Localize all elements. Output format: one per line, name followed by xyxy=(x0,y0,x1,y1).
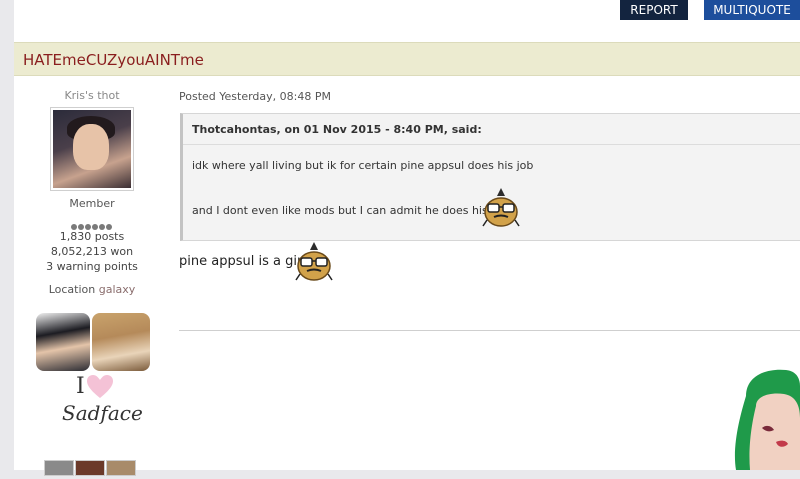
avatar[interactable] xyxy=(50,107,134,191)
member-title: Kris's thot xyxy=(64,89,120,102)
author-name-link[interactable]: HATEmeCUZyouAINTme xyxy=(23,51,204,69)
heart-icon xyxy=(87,375,113,398)
quote-line-1: idk where yall living but ik for certain… xyxy=(192,159,534,172)
post-date: Posted Yesterday, 08:48 PM xyxy=(179,90,331,103)
post-controls: REPORT MULTIQUOTE xyxy=(14,0,800,30)
signature-i: I xyxy=(76,374,85,399)
quote-citation: Thotcahontas, on 01 Nov 2015 - 8:40 PM, … xyxy=(192,123,482,136)
quote-block: Thotcahontas, on 01 Nov 2015 - 8:40 PM, … xyxy=(180,113,800,241)
post-author-bar: HATEmeCUZyouAINTme xyxy=(14,42,800,76)
post-divider xyxy=(179,330,800,331)
forum-page: REPORT MULTIQUOTE HATEmeCUZyouAINTme Kri… xyxy=(14,0,800,476)
pineapple-emoticon xyxy=(295,242,333,281)
post-body-text: pine appsul is a girl xyxy=(179,254,306,269)
won-count: 8,052,213 won xyxy=(50,245,134,258)
background-decoration-image xyxy=(734,369,800,470)
member-group: Member xyxy=(69,197,115,210)
report-button[interactable]: REPORT xyxy=(620,0,688,20)
post-count: 1,830 posts xyxy=(59,230,125,243)
pineapple-emoticon xyxy=(482,188,520,227)
quote-line-2: and I dont even like mods but I can admi… xyxy=(192,204,508,217)
quote-header: Thotcahontas, on 01 Nov 2015 - 8:40 PM, … xyxy=(183,114,800,145)
signature-sadface: Sadface xyxy=(62,401,143,425)
warning-points: 3 warning points xyxy=(46,260,138,273)
location-value: galaxy xyxy=(98,283,136,296)
location-row: Location galaxy xyxy=(14,283,170,296)
signature-image-left xyxy=(36,313,90,371)
multiquote-button[interactable]: MULTIQUOTE xyxy=(704,0,800,20)
signature-image-right xyxy=(92,313,150,371)
location-label: Location xyxy=(48,283,96,296)
